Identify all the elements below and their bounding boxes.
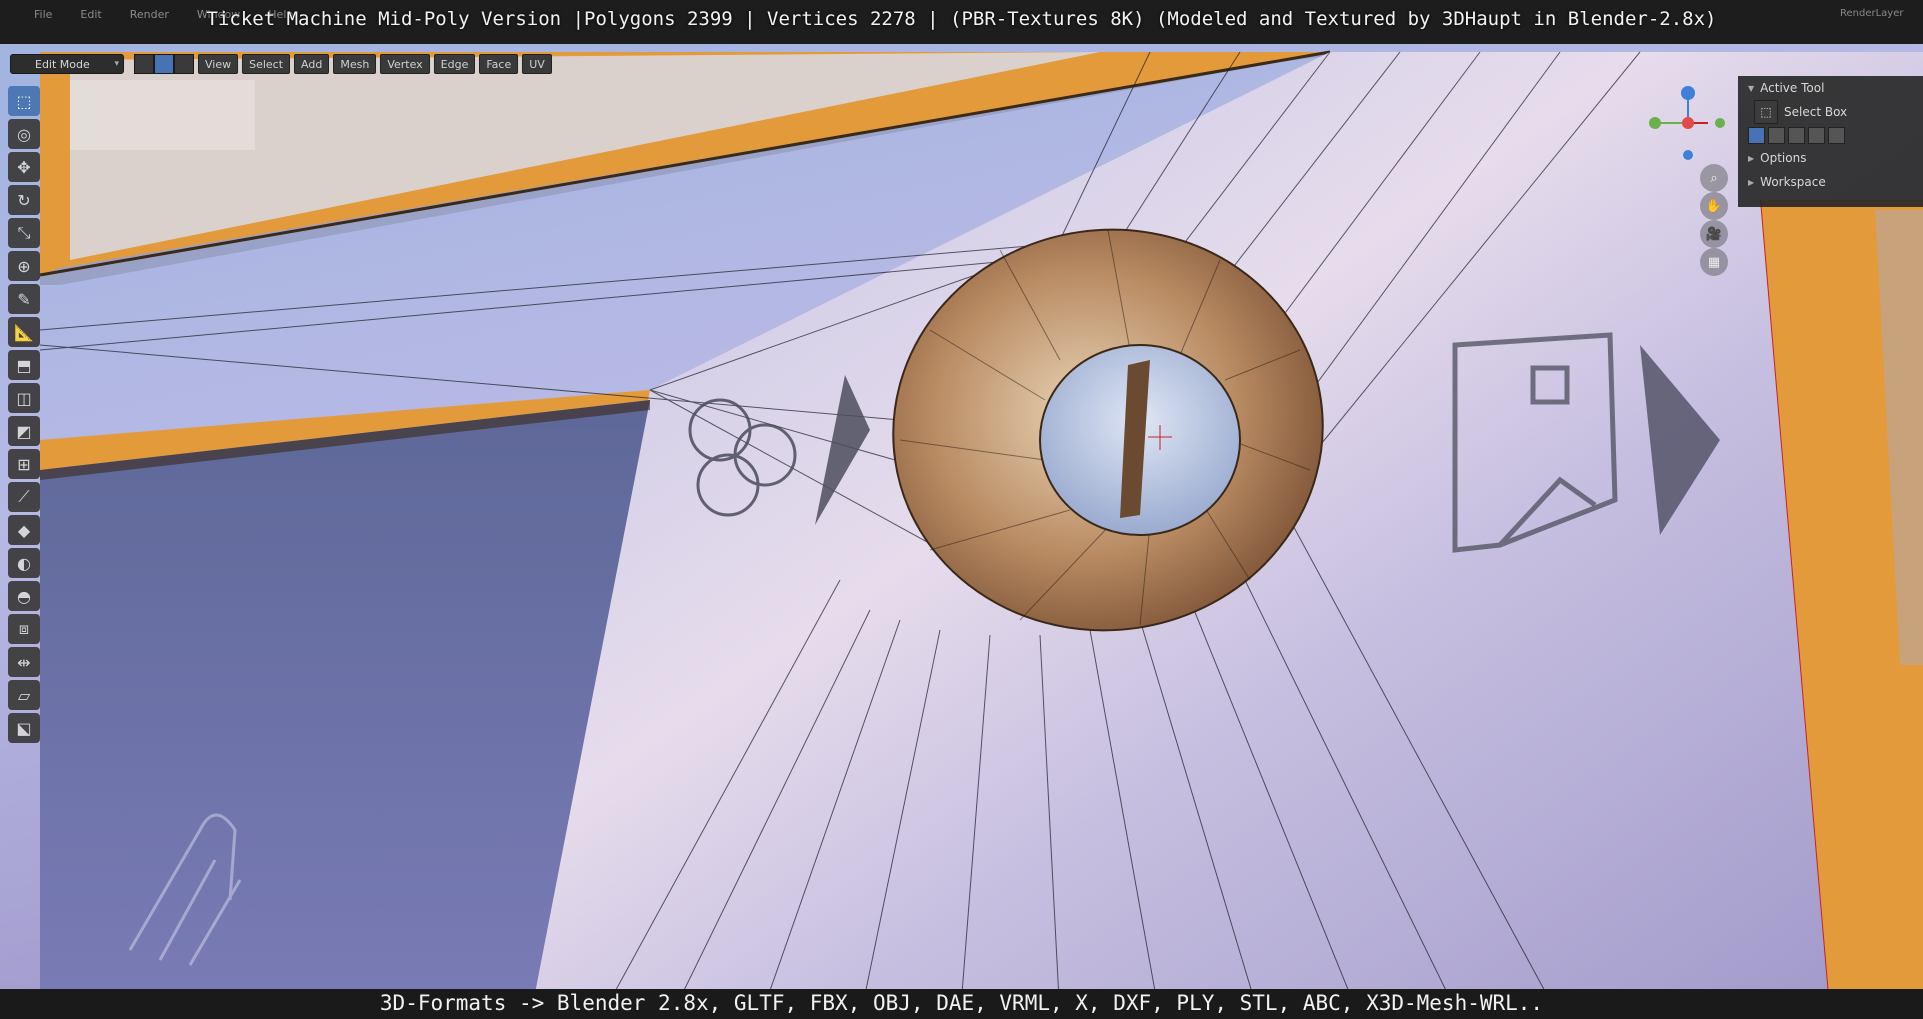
camera-view-icon[interactable]: 🎥	[1700, 220, 1728, 248]
knife-tool[interactable]: ⟋	[8, 482, 40, 512]
vertex-select-button[interactable]	[134, 54, 154, 74]
menu-vertex[interactable]: Vertex	[380, 54, 430, 74]
active-tool-header[interactable]: ▼ Active Tool	[1738, 76, 1923, 100]
tool-name: Select Box	[1784, 105, 1848, 119]
move-tool[interactable]: ✥	[8, 152, 40, 182]
active-tool-row[interactable]: ⬚ Select Box	[1738, 100, 1923, 124]
active-tool-label: Active Tool	[1760, 81, 1825, 95]
formats-overlay: 3D-Formats -> Blender 2.8x, GLTF, FBX, O…	[379, 991, 1544, 1015]
scale-tool[interactable]: ⤡	[8, 218, 40, 248]
edge-select-button[interactable]	[154, 54, 174, 74]
zoom-icon[interactable]: ⌕	[1700, 164, 1728, 192]
rip-tool[interactable]: ⬕	[8, 713, 40, 743]
menu-edge[interactable]: Edge	[433, 54, 476, 74]
mode-subtract-button[interactable]	[1788, 126, 1805, 144]
smooth-tool[interactable]: ◓	[8, 581, 40, 611]
tool-shelf: ⬚ ◎ ✥ ↻ ⤡ ⊕ ✎ 📐 ⬒ ◫ ◩ ⊞ ⟋ ◆ ◐ ◓ ⧈ ⇹ ▱ ⬕	[8, 86, 44, 743]
menu-face[interactable]: Face	[479, 54, 519, 74]
expand-triangle-icon: ▶	[1748, 177, 1755, 187]
bevel-tool[interactable]: ◩	[8, 416, 40, 446]
menu-mesh[interactable]: Mesh	[333, 54, 377, 74]
menu-select[interactable]: Select	[242, 54, 291, 74]
pan-hand-icon[interactable]: ✋	[1700, 192, 1728, 220]
mode-intersect-button[interactable]	[1828, 126, 1845, 144]
collapse-triangle-icon: ▼	[1748, 83, 1755, 93]
select-mode-group	[134, 54, 194, 74]
menu-uv[interactable]: UV	[522, 54, 552, 74]
transform-tool[interactable]: ⊕	[8, 251, 40, 281]
video-title-overlay: Ticket Machine Mid-Poly Version |Polygon…	[206, 8, 1717, 30]
options-header[interactable]: ▶ Options	[1738, 146, 1923, 170]
annotate-tool[interactable]: ✎	[8, 284, 40, 314]
workspace-label: Workspace	[1760, 175, 1826, 189]
rotate-tool[interactable]: ↻	[8, 185, 40, 215]
shear-tool[interactable]: ▱	[8, 680, 40, 710]
workspace-header[interactable]: ▶ Workspace	[1738, 170, 1923, 194]
menu-view[interactable]: View	[198, 54, 239, 74]
viewport-header: Edit Mode ▾ View Select Add Mesh Vertex …	[0, 52, 552, 76]
viewport-3d[interactable]	[0, 0, 1923, 1019]
sidebar-tool-panel: ▼ Active Tool ⬚ Select Box ▶ Options ▶ W…	[1738, 76, 1923, 207]
chevron-down-icon: ▾	[114, 59, 119, 69]
ortho-grid-icon[interactable]: ▦	[1700, 248, 1728, 276]
shrink-fatten-tool[interactable]: ⇹	[8, 647, 40, 677]
mode-new-button[interactable]	[1748, 126, 1765, 144]
mode-invert-button[interactable]	[1808, 126, 1825, 144]
select-box-tool[interactable]: ⬚	[8, 86, 40, 116]
menu-add[interactable]: Add	[294, 54, 330, 74]
expand-triangle-icon: ▶	[1748, 153, 1755, 163]
cursor-tool[interactable]: ◎	[8, 119, 40, 149]
selection-mode-buttons	[1738, 124, 1923, 146]
select-box-icon: ⬚	[1754, 100, 1778, 124]
mode-label: Edit Mode	[35, 57, 90, 71]
poly-build-tool[interactable]: ◆	[8, 515, 40, 545]
mode-extend-button[interactable]	[1768, 126, 1785, 144]
inset-tool[interactable]: ◫	[8, 383, 40, 413]
options-label: Options	[1760, 151, 1807, 165]
extrude-tool[interactable]: ⬒	[8, 350, 40, 380]
edge-slide-tool[interactable]: ⧈	[8, 614, 40, 644]
measure-tool[interactable]: 📐	[8, 317, 40, 347]
face-select-button[interactable]	[174, 54, 194, 74]
loop-cut-tool[interactable]: ⊞	[8, 449, 40, 479]
spin-tool[interactable]: ◐	[8, 548, 40, 578]
mode-dropdown[interactable]: Edit Mode ▾	[10, 54, 124, 74]
